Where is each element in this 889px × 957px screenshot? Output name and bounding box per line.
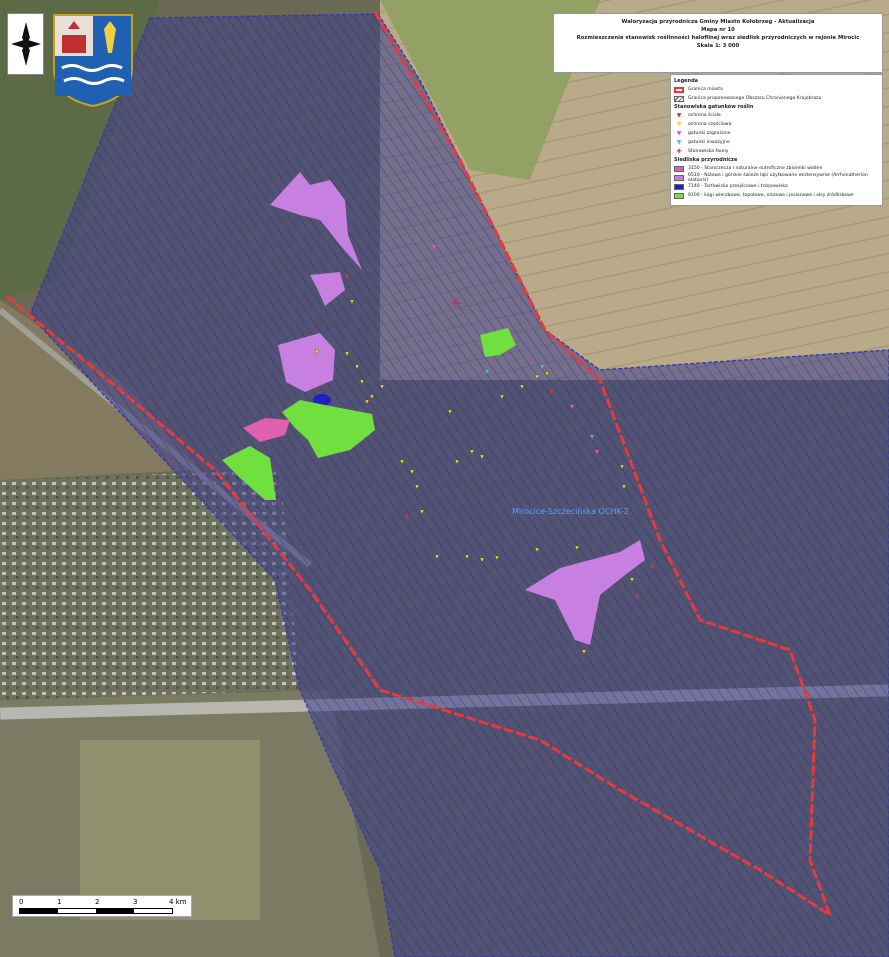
legend-item-species: ▼ ochrona ścisła — [674, 111, 879, 120]
legend-label: 3150 - Starorzecza i naturalne eutroficz… — [688, 166, 823, 171]
legend-habitat-heading: Siedliska przyrodnicze — [674, 157, 738, 163]
scale-tick-label: 2 — [95, 898, 100, 906]
legend-label: 9100 - Łęgi wierzbowe, topolowe, olszowe… — [688, 193, 854, 198]
legend-item-species: ▼ ochrona częściowa — [674, 120, 879, 129]
legend-item-protected-area: Granica proponowanego Obszaru Chronioneg… — [674, 94, 879, 103]
legend-label: gatunki zagrożone — [688, 131, 731, 136]
legend-species-heading: Stanowiska gatunków roślin — [674, 104, 754, 110]
legend-label: 6510 - Niżowe i górskie świeże łąki użyt… — [688, 172, 868, 183]
scale-bar-graphic — [19, 908, 173, 914]
legend-item-species: ▼ gatunki zagrożone — [674, 129, 879, 138]
triangle-down-icon: ▼ — [676, 120, 682, 128]
map-title-line2: Mapa nr 10 — [701, 27, 735, 33]
habitat-9100-swatch — [674, 192, 684, 199]
habitat-6510-swatch — [674, 174, 684, 181]
map-title-line3: Rozmieszczenie stanowisk roślinności hal… — [576, 35, 860, 41]
legend-label: Stanowiska fauny — [688, 149, 729, 154]
legend-item-habitat: 9100 - Łęgi wierzbowe, topolowe, olszowe… — [674, 191, 879, 200]
protected-area-swatch — [674, 95, 684, 102]
area-label: Mirocice-Szczecińska OCHK-2 — [512, 507, 629, 516]
habitat-3150-swatch — [674, 165, 684, 172]
scale-bar: 0 1 2 3 4 km — [12, 895, 192, 917]
legend-label: Granica proponowanego Obszaru Chronioneg… — [688, 96, 822, 101]
scale-tick-label: 4 km — [169, 898, 187, 906]
habitat-7140-swatch — [674, 183, 684, 190]
legend-item-habitat: 7140 - Torfowiska przejściowe i trzęsawi… — [674, 182, 879, 191]
legend-label: ochrona częściowa — [688, 122, 732, 127]
legend-heading: Legenda — [674, 78, 699, 84]
cross-icon: ✚ — [676, 147, 682, 155]
city-coat-of-arms — [52, 13, 134, 108]
legend-item-habitat: 6510 - Niżowe i górskie świeże łąki użyt… — [674, 172, 879, 183]
map-title-line1: Waloryzacja przyrodnicza Gminy Miasto Ko… — [621, 19, 815, 25]
map-legend: Legenda Granica miasta Granica proponowa… — [670, 74, 883, 206]
scale-tick-label: 1 — [57, 898, 62, 906]
legend-label: 7140 - Torfowiska przejściowe i trzęsawi… — [688, 184, 788, 189]
triangle-down-icon: ▼ — [676, 138, 682, 146]
map-title-line4: Skala 1: 3 000 — [696, 43, 740, 49]
legend-label: gatunki inwazyjne — [688, 140, 730, 145]
scale-tick-label: 0 — [19, 898, 24, 906]
city-boundary-swatch — [674, 86, 684, 93]
triangle-down-icon: ▼ — [676, 111, 682, 119]
legend-item-fauna: ✚ Stanowiska fauny — [674, 147, 879, 156]
legend-label: Granica miasta — [688, 87, 723, 92]
scale-tick-label: 3 — [133, 898, 138, 906]
map-title-box: Waloryzacja przyrodnicza Gminy Miasto Ko… — [553, 13, 883, 73]
legend-item-city-boundary: Granica miasta — [674, 85, 879, 94]
compass-rose — [7, 13, 44, 75]
legend-item-species: ▼ gatunki inwazyjne — [674, 138, 879, 147]
triangle-down-icon: ▼ — [676, 129, 682, 137]
legend-label: ochrona ścisła — [688, 113, 721, 118]
